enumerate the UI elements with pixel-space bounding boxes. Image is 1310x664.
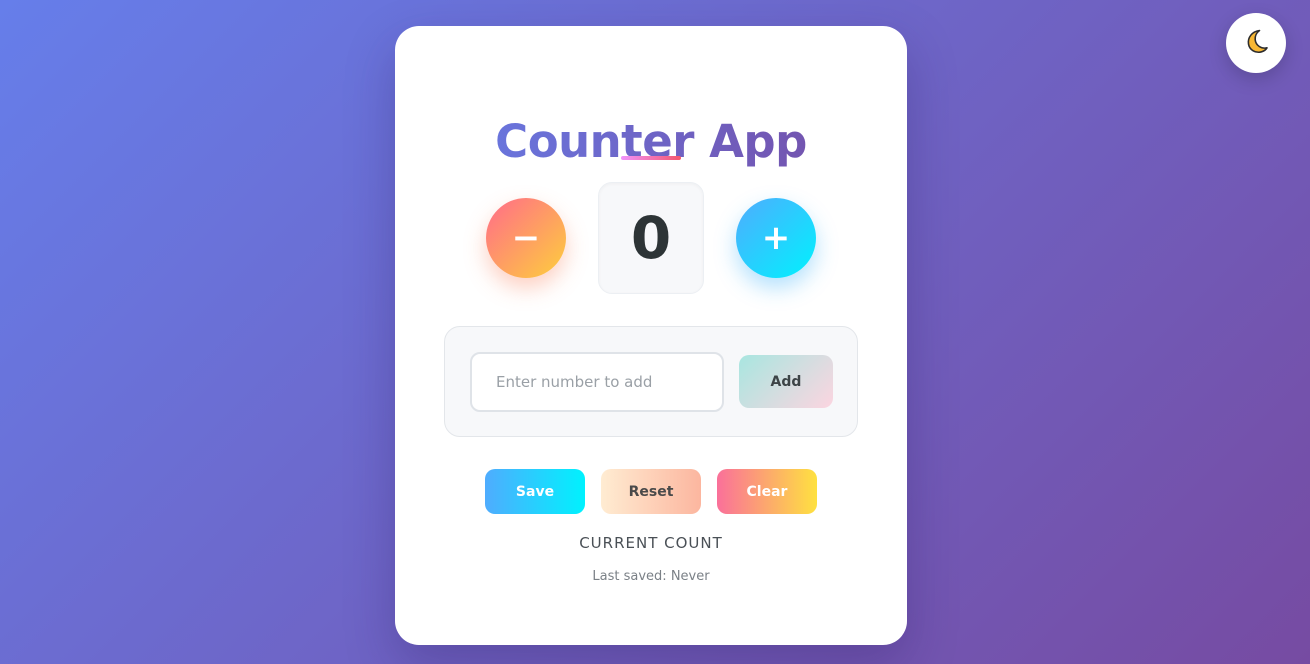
- reset-button[interactable]: Reset: [601, 469, 701, 514]
- add-number-panel: Add: [444, 326, 858, 437]
- number-input[interactable]: [470, 352, 724, 412]
- count-value: 0: [630, 204, 672, 272]
- save-button[interactable]: Save: [485, 469, 585, 514]
- increment-button[interactable]: +: [736, 198, 816, 278]
- clear-button[interactable]: Clear: [717, 469, 817, 514]
- current-count-label: CURRENT COUNT: [579, 534, 723, 552]
- counter-card: Counter App − 0 + Add Save Reset Clear C…: [395, 26, 907, 645]
- page-title: Counter App: [395, 114, 907, 170]
- minus-icon: −: [511, 218, 541, 258]
- decrement-button[interactable]: −: [486, 198, 566, 278]
- count-display: 0: [598, 182, 704, 294]
- add-button[interactable]: Add: [739, 355, 833, 408]
- theme-toggle-button[interactable]: [1226, 13, 1286, 73]
- plus-icon: +: [761, 218, 791, 258]
- last-saved-text: Last saved: Never: [592, 569, 710, 584]
- title-underline: [621, 156, 681, 160]
- moon-icon: [1242, 27, 1270, 59]
